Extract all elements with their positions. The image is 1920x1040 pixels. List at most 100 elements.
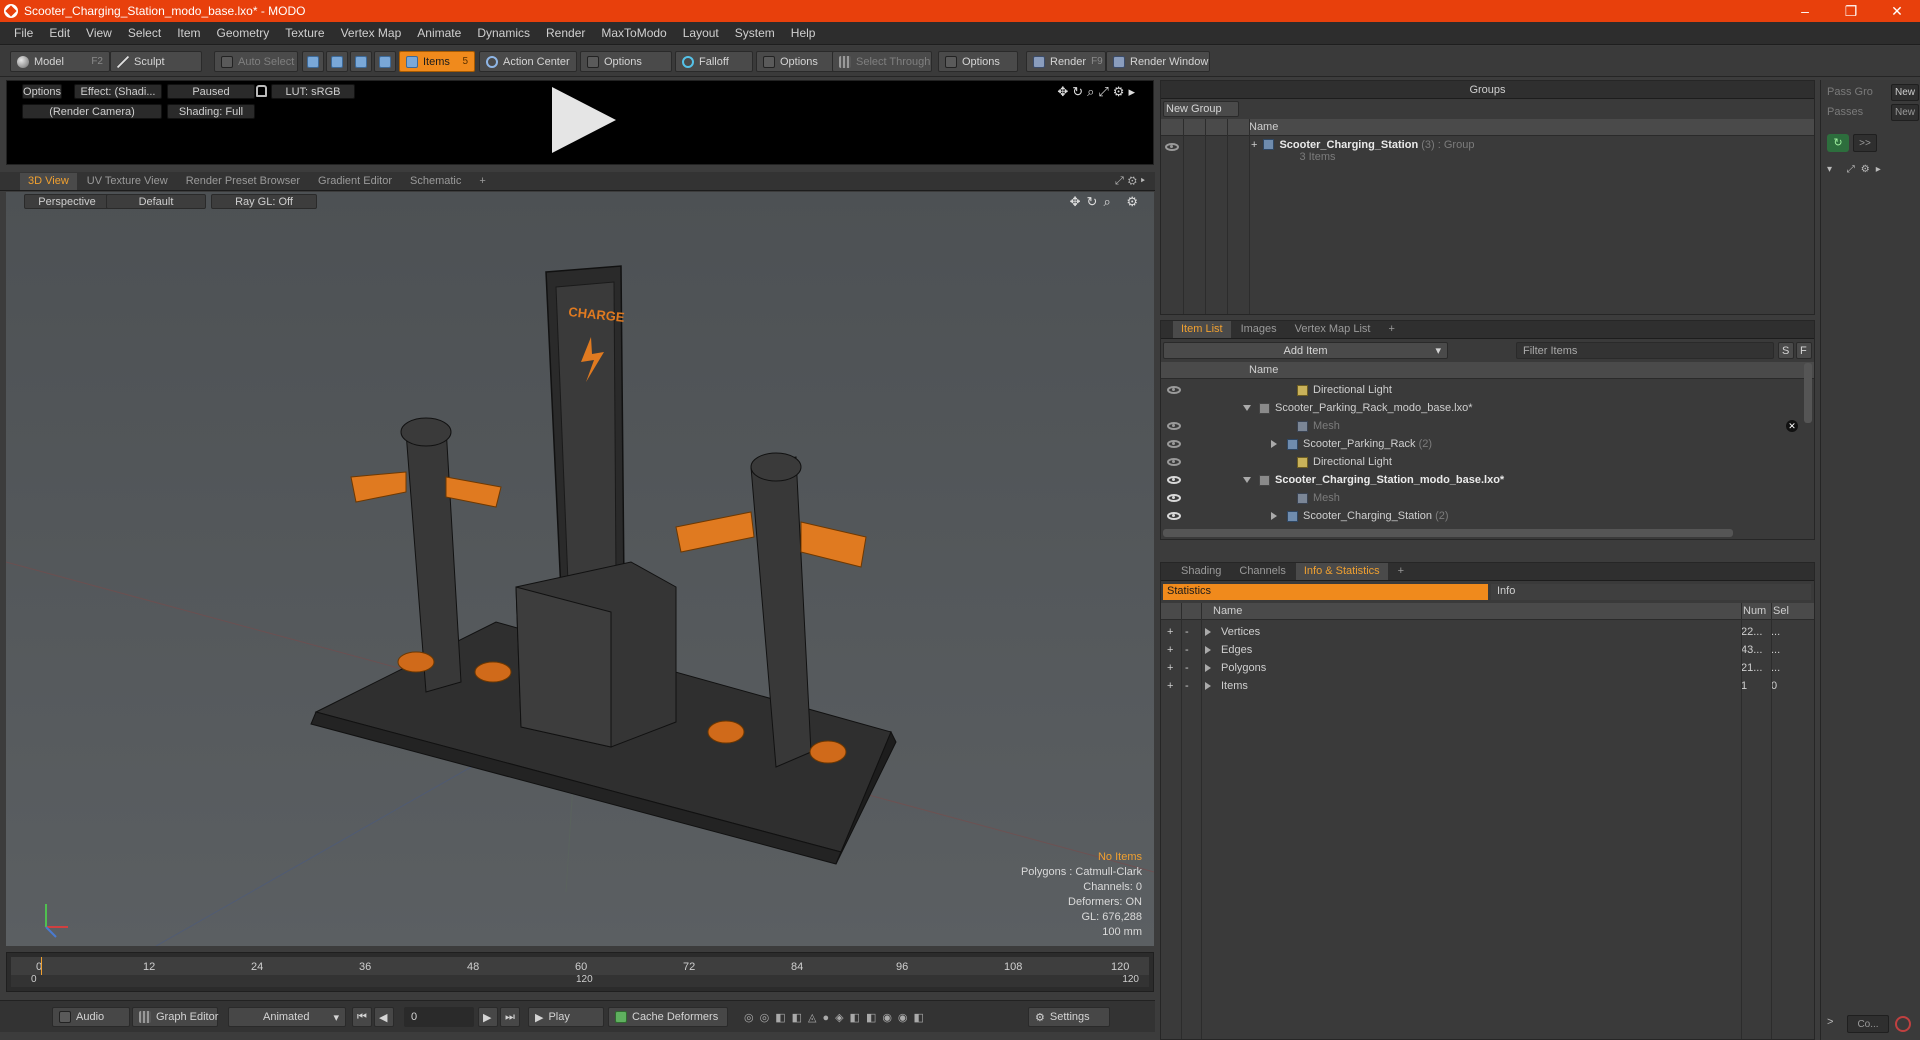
list-item[interactable]: Mesh bbox=[1161, 489, 1800, 507]
expand-icon[interactable] bbox=[1271, 440, 1277, 448]
plus-icon[interactable]: + bbox=[1167, 644, 1181, 656]
audio-button[interactable]: Audio bbox=[52, 1007, 130, 1027]
animated-dropdown[interactable]: Animated ▾ bbox=[228, 1007, 346, 1027]
timeline[interactable]: 0 12 24 36 48 60 72 84 96 108 120 0 120 … bbox=[6, 952, 1154, 992]
items-mode-button[interactable]: Items 5 bbox=[399, 51, 475, 72]
eye-icon[interactable] bbox=[1167, 440, 1181, 448]
menu-system[interactable]: System bbox=[727, 26, 783, 40]
lock-icon[interactable] bbox=[256, 85, 267, 97]
menu-render[interactable]: Render bbox=[538, 26, 593, 40]
eye-icon[interactable] bbox=[1167, 458, 1181, 466]
menu-maxtomodo[interactable]: MaxToModo bbox=[593, 26, 674, 40]
menu-geometry[interactable]: Geometry bbox=[209, 26, 278, 40]
select-through-button[interactable]: Select Through bbox=[832, 51, 932, 72]
list-item[interactable]: Scooter_Charging_Station_modo_base.lxo* bbox=[1161, 471, 1800, 489]
menu-select[interactable]: Select bbox=[120, 26, 169, 40]
expand-icon[interactable] bbox=[1243, 405, 1251, 411]
eye-icon[interactable] bbox=[1167, 476, 1181, 484]
command-arrow-icon[interactable]: > bbox=[1827, 1016, 1833, 1028]
f-button[interactable]: F bbox=[1796, 342, 1812, 359]
record-icon[interactable] bbox=[1895, 1016, 1911, 1032]
minimize-button[interactable]: – bbox=[1782, 0, 1828, 22]
new-group-button[interactable]: New Group bbox=[1163, 101, 1239, 117]
add-tab-button[interactable]: + bbox=[471, 173, 493, 190]
shading-dropdown[interactable]: Shading: Full bbox=[167, 104, 255, 119]
close-button[interactable]: ✕ bbox=[1874, 0, 1920, 22]
plus-icon[interactable]: + bbox=[1167, 626, 1181, 638]
tab-images[interactable]: Images bbox=[1233, 321, 1285, 338]
refresh-icon[interactable]: ↻ bbox=[1827, 134, 1849, 152]
list-item[interactable]: Directional Light bbox=[1161, 381, 1800, 399]
tab-item-list[interactable]: Item List bbox=[1173, 321, 1231, 338]
expand-icon[interactable] bbox=[1243, 477, 1251, 483]
eye-icon[interactable] bbox=[1167, 386, 1181, 394]
list-item[interactable]: Directional Light bbox=[1161, 453, 1800, 471]
menu-item[interactable]: Item bbox=[169, 26, 208, 40]
settings-button[interactable]: ⚙ Settings bbox=[1028, 1007, 1110, 1027]
minus-icon[interactable]: - bbox=[1185, 662, 1199, 674]
filter-items-input[interactable]: Filter Items bbox=[1516, 342, 1774, 359]
render-camera-dropdown[interactable]: (Render Camera) bbox=[22, 104, 162, 119]
next-frame-button[interactable]: ▶ bbox=[478, 1007, 498, 1027]
tab-gradient-editor[interactable]: Gradient Editor bbox=[310, 173, 400, 190]
add-tab-button[interactable]: + bbox=[1380, 321, 1402, 338]
eye-icon[interactable] bbox=[1167, 512, 1181, 520]
frame-input[interactable]: 0 bbox=[404, 1007, 474, 1027]
menu-vertex-map[interactable]: Vertex Map bbox=[333, 26, 410, 40]
materials-mode-button[interactable] bbox=[374, 51, 396, 72]
play-icon[interactable] bbox=[552, 87, 616, 153]
menu-edit[interactable]: Edit bbox=[41, 26, 78, 40]
menu-animate[interactable]: Animate bbox=[409, 26, 469, 40]
first-frame-button[interactable]: ⏮ bbox=[352, 1007, 372, 1027]
table-row[interactable]: + - Vertices 22...... bbox=[1161, 623, 1800, 641]
menu-view[interactable]: View bbox=[78, 26, 120, 40]
expand-icon[interactable] bbox=[1205, 664, 1211, 672]
cache-deformers-button[interactable]: Cache Deformers bbox=[608, 1007, 728, 1027]
add-item-dropdown[interactable]: Add Item ▾ bbox=[1163, 342, 1448, 359]
action-center-options-button[interactable]: Options bbox=[580, 51, 672, 72]
preview-options-button[interactable]: Options bbox=[22, 84, 62, 99]
add-tab-button[interactable]: + bbox=[1390, 563, 1412, 580]
eye-icon[interactable] bbox=[1167, 494, 1181, 502]
minus-icon[interactable]: - bbox=[1185, 644, 1199, 656]
list-item[interactable]: Scooter_Parking_Rack (2) bbox=[1161, 435, 1800, 453]
key-tools-icons[interactable]: ◎◎◧◧◬●◈◧◧◉◉◧ bbox=[738, 1007, 1008, 1027]
edges-mode-button[interactable] bbox=[326, 51, 348, 72]
timeline-range[interactable]: 0 120 120 bbox=[11, 974, 1149, 987]
tab-render-preset-browser[interactable]: Render Preset Browser bbox=[178, 173, 308, 190]
polygons-mode-button[interactable] bbox=[350, 51, 372, 72]
3d-viewport[interactable]: Perspective Default Ray GL: Off ✥↻⌕ ⚙ CH… bbox=[6, 192, 1154, 946]
info-tab[interactable]: Info bbox=[1491, 584, 1811, 600]
vertices-mode-button[interactable] bbox=[302, 51, 324, 72]
falloff-options-button[interactable]: Options bbox=[756, 51, 834, 72]
tab-shading[interactable]: Shading bbox=[1173, 563, 1229, 580]
expand-button[interactable]: >> bbox=[1853, 134, 1877, 152]
tab-channels[interactable]: Channels bbox=[1231, 563, 1293, 580]
menu-help[interactable]: Help bbox=[783, 26, 824, 40]
play-button[interactable]: ▶ Play bbox=[528, 1007, 604, 1027]
table-row[interactable]: + - Polygons 21...... bbox=[1161, 659, 1800, 677]
group-row[interactable]: + Scooter_Charging_Station (3) : Group 3… bbox=[1161, 139, 1800, 169]
table-row[interactable]: + - Items 1 0 bbox=[1161, 677, 1800, 695]
last-frame-button[interactable]: ⏭ bbox=[500, 1007, 520, 1027]
tab-info-statistics[interactable]: Info & Statistics bbox=[1295, 563, 1388, 580]
expand-icon[interactable] bbox=[1205, 646, 1211, 654]
lut-dropdown[interactable]: LUT: sRGB bbox=[271, 84, 355, 99]
tab-vertex-map-list[interactable]: Vertex Map List bbox=[1287, 321, 1379, 338]
list-item[interactable]: Mesh ✕ bbox=[1161, 417, 1800, 435]
vertical-scrollbar[interactable] bbox=[1804, 363, 1812, 423]
menu-dynamics[interactable]: Dynamics bbox=[469, 26, 538, 40]
close-icon[interactable]: ✕ bbox=[1786, 420, 1798, 432]
menu-layout[interactable]: Layout bbox=[675, 26, 727, 40]
render-button[interactable]: Render F9 bbox=[1026, 51, 1106, 72]
tab-uv-texture-view[interactable]: UV Texture View bbox=[79, 173, 176, 190]
maximize-button[interactable]: ❐ bbox=[1828, 0, 1874, 22]
list-item[interactable]: Scooter_Charging_Station (2) bbox=[1161, 507, 1800, 525]
minus-icon[interactable]: - bbox=[1185, 680, 1199, 692]
tab-3d-view[interactable]: 3D View bbox=[20, 172, 77, 190]
plus-icon[interactable]: + bbox=[1167, 662, 1181, 674]
sculpt-button[interactable]: Sculpt bbox=[110, 51, 202, 72]
list-item[interactable]: Scooter_Parking_Rack_modo_base.lxo* bbox=[1161, 399, 1800, 417]
command-input[interactable]: Co... bbox=[1847, 1015, 1889, 1033]
auto-select-button[interactable]: Auto Select bbox=[214, 51, 298, 72]
